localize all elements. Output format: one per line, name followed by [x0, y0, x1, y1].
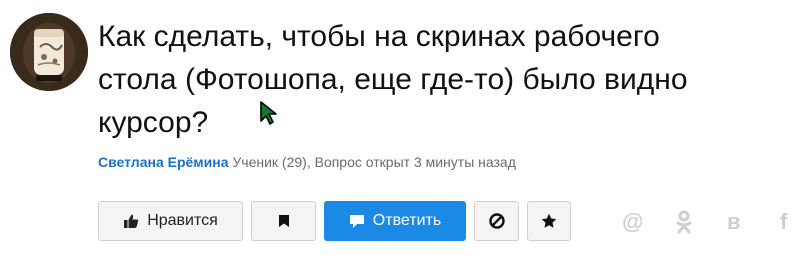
question-meta: Светлана Ерёмина Ученик (29), Вопрос отк…: [98, 154, 516, 170]
flag-icon: [278, 215, 289, 227]
share-vk-icon[interactable]: в: [727, 210, 741, 234]
share-mail-icon[interactable]: @: [622, 210, 643, 234]
mouse-cursor-icon: [260, 101, 277, 125]
block-icon: [488, 213, 505, 229]
question-title: Как сделать, чтобы на скринах рабочего с…: [98, 20, 688, 139]
thumbs-up-icon: [124, 214, 139, 228]
flag-button[interactable]: [251, 201, 316, 241]
question-details: Ученик (29), Вопрос открыт 3 минуты наза…: [232, 154, 516, 170]
answer-button[interactable]: Ответить: [324, 201, 466, 241]
star-button[interactable]: [527, 201, 571, 241]
odnoklassniki-icon: [676, 210, 692, 234]
share-facebook-icon[interactable]: f: [780, 210, 787, 234]
answer-label: Ответить: [372, 212, 442, 229]
star-icon: [541, 213, 557, 228]
like-button[interactable]: Нравится: [98, 201, 243, 241]
block-button[interactable]: [474, 201, 519, 241]
share-odnoklassniki-icon[interactable]: [676, 210, 692, 239]
speech-bubble-icon: [349, 215, 364, 228]
author-link[interactable]: Светлана Ерёмина: [98, 154, 229, 170]
like-label: Нравится: [147, 212, 218, 229]
lamp-image: [10, 13, 88, 91]
avatar[interactable]: [10, 13, 88, 91]
